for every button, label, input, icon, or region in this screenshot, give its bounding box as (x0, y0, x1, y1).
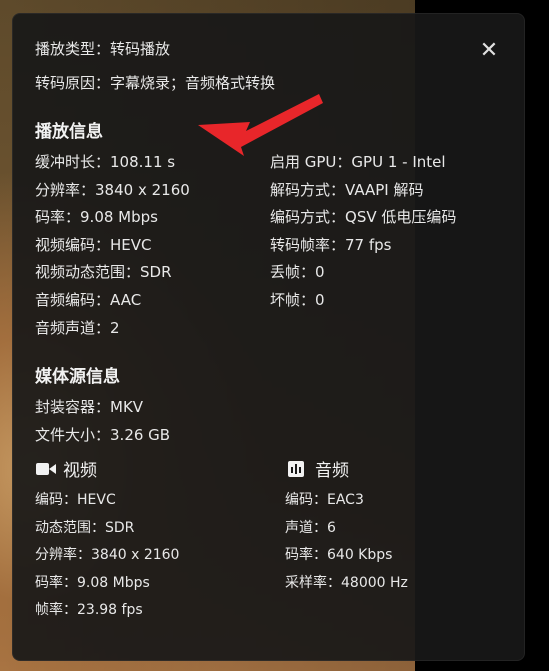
annotation-arrow-shape (198, 94, 323, 156)
annotation-arrow (198, 94, 323, 156)
